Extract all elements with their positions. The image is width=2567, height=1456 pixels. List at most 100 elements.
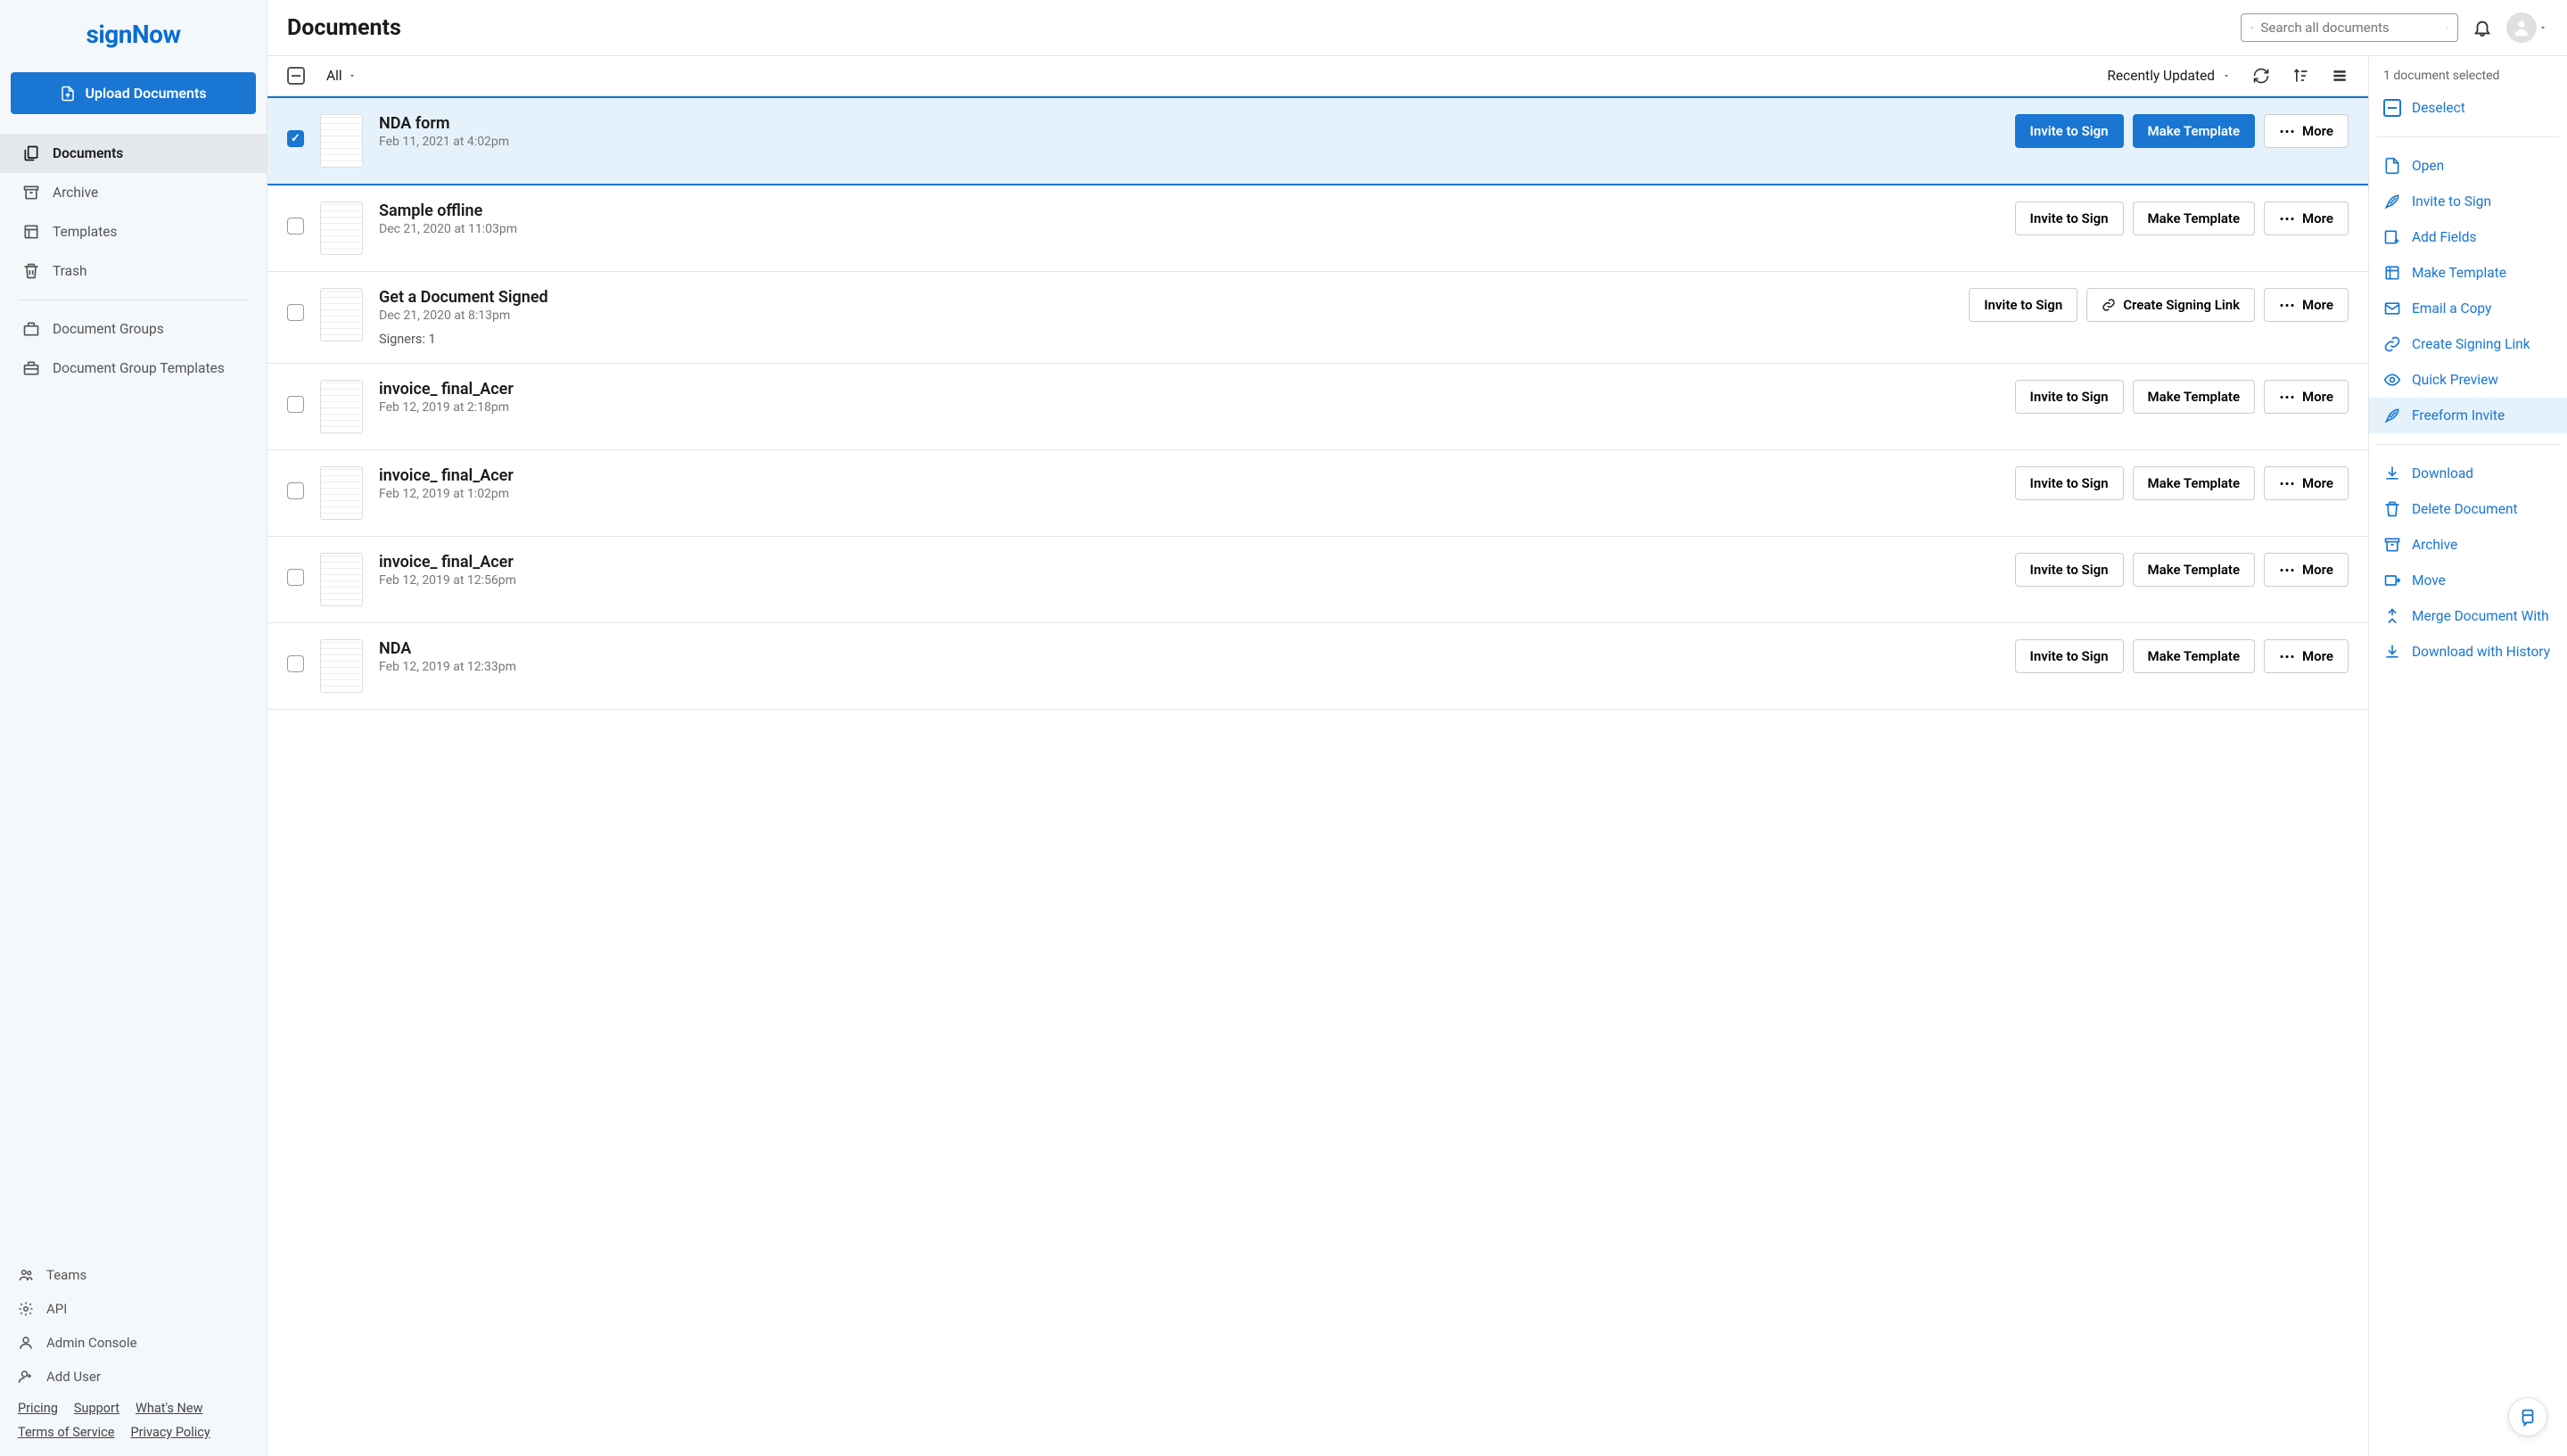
action-move[interactable]: Move [2369,563,2567,598]
more-button[interactable]: More [2264,639,2349,673]
make-template-button[interactable]: Make Template [2133,553,2256,587]
action-download[interactable]: Download [2369,456,2567,491]
action-archive[interactable]: Archive [2369,527,2567,563]
trash-icon [2383,500,2401,518]
button-label: Invite to Sign [2030,648,2109,664]
gear-icon [18,1301,34,1317]
row-checkbox[interactable] [287,218,304,234]
sidebar-item-document-group-templates[interactable]: Document Group Templates [0,349,267,388]
action-label: Email a Copy [2412,300,2491,317]
more-button[interactable]: More [2264,114,2349,148]
master-checkbox[interactable] [287,67,305,85]
action-label: Open [2412,158,2444,174]
action-create-signing-link[interactable]: Create Signing Link [2369,326,2567,362]
document-date: Feb 12, 2019 at 12:56pm [379,573,1999,588]
sort-dropdown[interactable]: Recently Updated [2107,68,2231,84]
row-checkbox[interactable] [287,655,304,672]
sidebar-item-document-groups[interactable]: Document Groups [0,309,267,349]
action-deselect[interactable]: Deselect [2369,90,2567,126]
document-date: Feb 11, 2021 at 4:02pm [379,135,1999,149]
invite-to-sign-button[interactable]: Invite to Sign [2015,380,2124,414]
more-button[interactable]: More [2264,466,2349,500]
sidebar-item-label: Document Group Templates [53,360,225,376]
link-pricing[interactable]: Pricing [18,1401,58,1416]
document-row[interactable]: NDAFeb 12, 2019 at 12:33pmInvite to Sign… [267,623,2368,710]
document-row[interactable]: NDA formFeb 11, 2021 at 4:02pmInvite to … [267,96,2368,185]
deselect-checkbox-icon [2383,99,2401,117]
view-list-icon[interactable] [2331,67,2349,85]
sort-order-icon[interactable] [2291,67,2309,85]
action-freeform-invite[interactable]: Freeform Invite [2369,398,2567,433]
more-button[interactable]: More [2264,380,2349,414]
make-template-button[interactable]: Make Template [2133,639,2256,673]
sidebar-item-trash[interactable]: Trash [0,251,267,291]
action-download-history[interactable]: Download with History [2369,634,2567,670]
more-button[interactable]: More [2264,553,2349,587]
sidebar-item-teams[interactable]: Teams [0,1258,267,1292]
sidebar-item-templates[interactable]: Templates [0,212,267,251]
action-make-template[interactable]: Make Template [2369,255,2567,291]
action-invite-to-sign[interactable]: Invite to Sign [2369,184,2567,219]
invite-to-sign-button[interactable]: Invite to Sign [2015,202,2124,235]
link-terms[interactable]: Terms of Service [18,1425,114,1440]
more-button[interactable]: More [2264,202,2349,235]
document-thumbnail [320,114,363,168]
search-box[interactable] [2241,13,2458,42]
action-email-copy[interactable]: Email a Copy [2369,291,2567,326]
link-support[interactable]: Support [74,1401,119,1416]
action-open[interactable]: Open [2369,148,2567,184]
document-row[interactable]: Get a Document SignedDec 21, 2020 at 8:1… [267,272,2368,364]
more-icon [2279,481,2295,486]
document-thumbnail [320,639,363,693]
action-add-fields[interactable]: Add Fields [2369,219,2567,255]
chevron-down-icon[interactable] [2446,21,2449,35]
briefcase-template-icon [22,359,40,377]
invite-to-sign-button[interactable]: Invite to Sign [2015,639,2124,673]
notifications-icon[interactable] [2472,18,2492,37]
upload-documents-button[interactable]: Upload Documents [11,72,256,114]
document-row[interactable]: invoice_ final_AcerFeb 12, 2019 at 2:18p… [267,364,2368,450]
sidebar-item-admin-console[interactable]: Admin Console [0,1326,267,1360]
sidebar-item-api[interactable]: API [0,1292,267,1326]
user-menu[interactable] [2506,12,2547,43]
button-label: Make Template [2148,648,2241,664]
action-merge[interactable]: Merge Document With [2369,598,2567,634]
make-template-button[interactable]: Make Template [2133,114,2256,148]
sidebar-item-label: Templates [53,224,118,240]
invite-to-sign-button[interactable]: Invite to Sign [1969,288,2077,322]
sidebar-item-add-user[interactable]: Add User [0,1360,267,1394]
action-delete-document[interactable]: Delete Document [2369,491,2567,527]
chat-button[interactable] [2508,1397,2547,1436]
create-signing-link-button[interactable]: Create Signing Link [2086,288,2255,322]
document-row[interactable]: invoice_ final_AcerFeb 12, 2019 at 1:02p… [267,450,2368,537]
action-quick-preview[interactable]: Quick Preview [2369,362,2567,398]
filter-dropdown[interactable]: All [326,68,357,84]
sidebar-item-archive[interactable]: Archive [0,173,267,212]
row-checkbox[interactable] [287,304,304,321]
invite-to-sign-button[interactable]: Invite to Sign [2015,553,2124,587]
invite-to-sign-button[interactable]: Invite to Sign [2015,114,2124,148]
action-label: Download [2412,465,2473,481]
refresh-icon[interactable] [2252,67,2270,85]
sidebar-item-documents[interactable]: Documents [0,134,267,173]
link-whats-new[interactable]: What's New [136,1401,202,1416]
row-checkbox[interactable] [287,130,304,147]
invite-to-sign-button[interactable]: Invite to Sign [2015,466,2124,500]
make-template-button[interactable]: Make Template [2133,202,2256,235]
link-privacy[interactable]: Privacy Policy [130,1425,210,1440]
search-input[interactable] [2261,20,2439,36]
document-row[interactable]: Sample offlineDec 21, 2020 at 11:03pmInv… [267,185,2368,272]
document-row[interactable]: invoice_ final_AcerFeb 12, 2019 at 12:56… [267,537,2368,623]
row-checkbox[interactable] [287,569,304,586]
document-actions: Invite to Sign Make Template More [2015,466,2349,500]
make-template-button[interactable]: Make Template [2133,466,2256,500]
more-button[interactable]: More [2264,288,2349,322]
make-template-button[interactable]: Make Template [2133,380,2256,414]
footer-links: Pricing Support What's New Terms of Serv… [0,1394,267,1444]
button-label: Make Template [2148,475,2241,491]
row-checkbox[interactable] [287,396,304,413]
upload-label: Upload Documents [85,85,206,102]
chevron-down-icon [2222,71,2231,80]
row-checkbox[interactable] [287,482,304,499]
document-title: Get a Document Signed [379,288,1953,307]
